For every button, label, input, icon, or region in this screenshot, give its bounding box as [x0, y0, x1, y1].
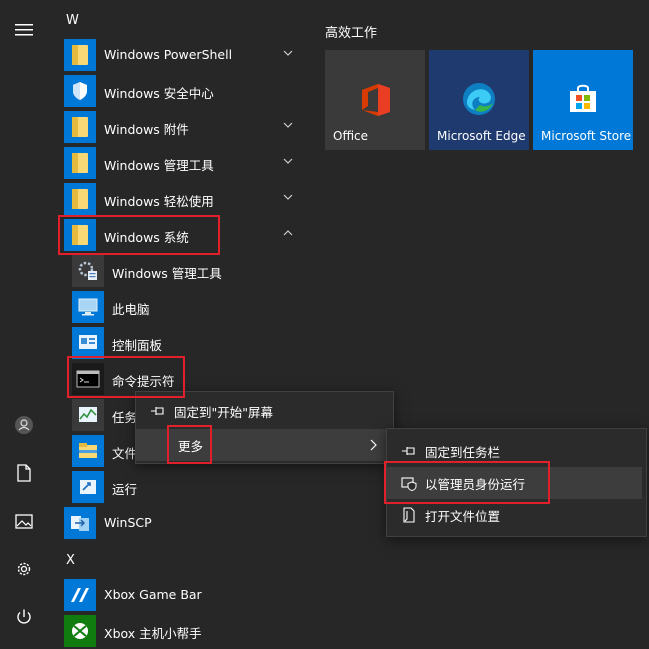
tile-label: Office [333, 129, 369, 143]
chevron-down-icon [283, 194, 293, 200]
control-panel-icon [72, 327, 104, 359]
chevron-down-icon [283, 50, 293, 56]
tile-microsoft-store[interactable]: Microsoft Store [533, 50, 633, 150]
tile-label: Microsoft Store [541, 129, 632, 143]
folder-icon [64, 183, 96, 215]
computer-icon [72, 291, 104, 323]
tile-label: Microsoft Edge [437, 129, 526, 143]
app-label: Windows 附件 [104, 122, 189, 137]
document-icon[interactable] [0, 453, 48, 493]
winscp-icon [64, 507, 96, 539]
app-item-xbox-companion[interactable]: Xbox 主机小帮手 [56, 613, 306, 649]
letter-header-x[interactable]: X [66, 553, 75, 568]
app-label: 文件 [112, 446, 138, 461]
pin-icon [401, 443, 417, 459]
hamburger-menu-icon[interactable] [0, 10, 48, 50]
menu-item-label: 打开文件位置 [425, 508, 501, 524]
xbox-game-bar-icon [64, 579, 96, 611]
app-item-windows-powershell[interactable]: Windows PowerShell [56, 37, 306, 73]
task-manager-icon [72, 399, 104, 431]
app-item-windows-ease-of-access[interactable]: Windows 轻松使用 [56, 181, 306, 217]
highlight-box-windows-system [58, 215, 220, 255]
store-icon [567, 82, 599, 117]
office-icon [358, 82, 392, 121]
left-rail [0, 0, 48, 642]
app-list: W Windows PowerShell Windows 安全中心 Window… [48, 0, 310, 647]
admin-tools-icon [72, 255, 104, 287]
user-icon[interactable] [0, 405, 48, 445]
highlight-box-more [167, 425, 212, 464]
edge-icon [461, 81, 497, 120]
app-label: Xbox Game Bar [104, 587, 202, 602]
folder-icon [64, 111, 96, 143]
file-location-icon [401, 507, 417, 523]
app-label: Windows 管理工具 [112, 266, 222, 281]
menu-item-label: 固定到任务栏 [425, 444, 501, 460]
app-item-windows-admin-tools[interactable]: Windows 管理工具 [56, 145, 306, 181]
xbox-icon [64, 615, 96, 647]
app-label: 运行 [112, 482, 138, 497]
menu-item-label: 固定到"开始"屏幕 [174, 404, 273, 420]
shield-icon [64, 75, 96, 107]
menu-item-pin-to-start[interactable]: 固定到"开始"屏幕 [136, 395, 393, 427]
app-label: 此电脑 [112, 302, 150, 317]
app-label: WinSCP [104, 515, 152, 530]
power-icon[interactable] [0, 597, 48, 637]
chevron-down-icon [283, 122, 293, 128]
app-label: 任务 [112, 410, 138, 425]
app-item-xbox-game-bar[interactable]: Xbox Game Bar [56, 577, 306, 613]
app-label: Windows PowerShell [104, 47, 233, 62]
tile-group-title[interactable]: 高效工作 [325, 22, 377, 41]
file-explorer-icon [72, 435, 104, 467]
folder-icon [64, 39, 96, 71]
tile-office[interactable]: Office [325, 50, 425, 150]
app-label: Windows 轻松使用 [104, 194, 214, 209]
run-icon [72, 471, 104, 503]
app-label: Windows 管理工具 [104, 158, 214, 173]
app-item-winscp[interactable]: WinSCP [56, 505, 306, 541]
app-item-admin-tools-sub[interactable]: Windows 管理工具 [56, 253, 306, 289]
app-label: Windows 安全中心 [104, 86, 214, 101]
app-item-this-pc[interactable]: 此电脑 [56, 289, 306, 325]
letter-header-w[interactable]: W [66, 13, 79, 28]
app-label: 控制面板 [112, 338, 163, 353]
app-item-run[interactable]: 运行 [56, 469, 306, 505]
highlight-box-run-as-admin [384, 461, 550, 504]
pictures-icon[interactable] [0, 501, 48, 541]
gear-icon[interactable] [0, 549, 48, 589]
app-item-windows-accessories[interactable]: Windows 附件 [56, 109, 306, 145]
pin-icon [150, 403, 166, 419]
chevron-down-icon [283, 158, 293, 164]
chevron-right-icon [370, 439, 377, 451]
app-item-windows-security[interactable]: Windows 安全中心 [56, 73, 306, 109]
app-label: Xbox 主机小帮手 [104, 626, 202, 641]
tile-microsoft-edge[interactable]: Microsoft Edge [429, 50, 529, 150]
folder-icon [64, 147, 96, 179]
highlight-box-command-prompt [67, 356, 185, 398]
chevron-up-icon [283, 230, 293, 236]
